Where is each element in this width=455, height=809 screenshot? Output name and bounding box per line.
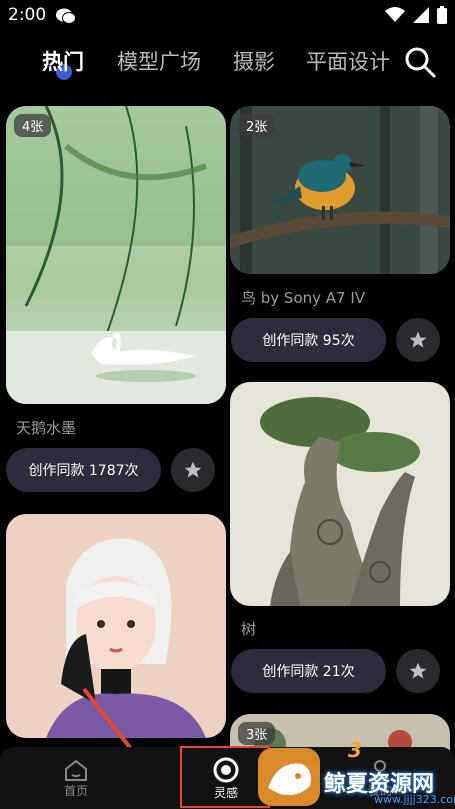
tree-illustration <box>230 382 450 606</box>
search-icon[interactable] <box>404 46 436 78</box>
image-count-badge: 2张 <box>238 114 276 137</box>
top-nav: 热门 模型广场 摄影 平面设计 <box>0 38 455 86</box>
card-image-tree[interactable] <box>230 382 450 606</box>
tab-graphic-design[interactable]: 平面设计 <box>306 46 390 76</box>
home-icon <box>65 759 87 781</box>
create-same-button-tree[interactable]: 创作同款 21次 <box>231 649 386 693</box>
status-icons <box>385 6 447 24</box>
create-same-button-bird[interactable]: 创作同款 95次 <box>231 318 386 362</box>
whale-icon <box>268 763 311 795</box>
signal-icon <box>413 7 429 23</box>
watermark-url: www.jjjj323.com <box>374 793 455 806</box>
status-bar: 2:00 <box>0 0 455 32</box>
wifi-icon <box>385 7 405 22</box>
image-count-badge: 4张 <box>14 114 52 137</box>
bottom-nav-home-label: 首页 <box>63 783 88 798</box>
card-title-swan: 天鹅水墨 <box>16 419 77 437</box>
watermark: 3 鲸夏资源网 www.jjjj323.com <box>258 738 455 809</box>
favorite-button-bird[interactable] <box>396 318 440 362</box>
wechat-icon <box>56 8 76 24</box>
annotation-highlight-box <box>180 746 270 808</box>
tab-photography[interactable]: 摄影 <box>233 46 275 76</box>
tab-hot[interactable]: 热门 <box>42 46 84 76</box>
bottom-nav-home[interactable]: 首页 <box>36 747 116 809</box>
favorite-button-tree[interactable] <box>396 649 440 693</box>
watermark-brand: 3 <box>348 738 362 762</box>
status-time: 2:00 <box>8 5 47 25</box>
star-icon <box>409 662 427 679</box>
card-image-bird[interactable]: 2张 <box>230 106 450 274</box>
battery-icon <box>437 6 447 24</box>
card-image-swan[interactable]: 4张 <box>6 106 226 404</box>
swan-artwork <box>6 106 226 404</box>
star-icon <box>184 461 202 478</box>
card-title-tree: 树 <box>241 620 257 638</box>
create-same-button-swan[interactable]: 创作同款 1787次 <box>6 448 161 492</box>
card-title-bird: 鸟 by Sony A7 IV <box>241 289 366 307</box>
watermark-logo <box>258 748 320 806</box>
tab-model-plaza[interactable]: 模型广场 <box>117 46 201 76</box>
favorite-button-swan[interactable] <box>171 448 215 492</box>
star-icon <box>409 331 427 348</box>
